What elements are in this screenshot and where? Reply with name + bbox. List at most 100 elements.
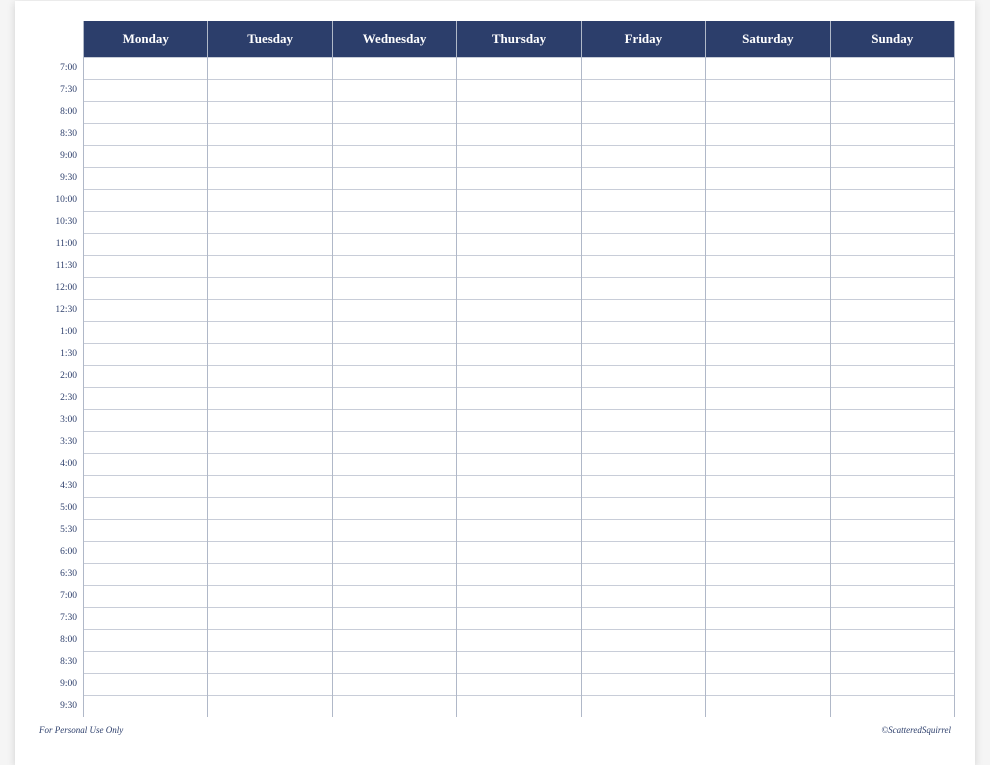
time-cell[interactable] — [831, 321, 954, 343]
time-cell[interactable] — [706, 123, 829, 145]
time-cell[interactable] — [457, 343, 580, 365]
time-cell[interactable] — [831, 343, 954, 365]
time-cell[interactable] — [457, 563, 580, 585]
time-cell[interactable] — [84, 343, 207, 365]
time-cell[interactable] — [333, 321, 456, 343]
time-cell[interactable] — [84, 541, 207, 563]
time-cell[interactable] — [706, 541, 829, 563]
time-cell[interactable] — [333, 343, 456, 365]
time-cell[interactable] — [208, 695, 331, 717]
time-cell[interactable] — [831, 167, 954, 189]
time-cell[interactable] — [706, 57, 829, 79]
time-cell[interactable] — [706, 673, 829, 695]
time-cell[interactable] — [333, 277, 456, 299]
time-cell[interactable] — [582, 189, 705, 211]
time-cell[interactable] — [208, 585, 331, 607]
time-cell[interactable] — [208, 189, 331, 211]
time-cell[interactable] — [208, 299, 331, 321]
time-cell[interactable] — [457, 695, 580, 717]
time-cell[interactable] — [457, 233, 580, 255]
time-cell[interactable] — [582, 167, 705, 189]
time-cell[interactable] — [84, 409, 207, 431]
time-cell[interactable] — [831, 299, 954, 321]
time-cell[interactable] — [84, 189, 207, 211]
time-cell[interactable] — [208, 431, 331, 453]
time-cell[interactable] — [831, 695, 954, 717]
time-cell[interactable] — [84, 387, 207, 409]
time-cell[interactable] — [706, 255, 829, 277]
time-cell[interactable] — [333, 497, 456, 519]
time-cell[interactable] — [333, 123, 456, 145]
time-cell[interactable] — [831, 233, 954, 255]
time-cell[interactable] — [333, 431, 456, 453]
time-cell[interactable] — [84, 431, 207, 453]
time-cell[interactable] — [831, 57, 954, 79]
time-cell[interactable] — [831, 431, 954, 453]
time-cell[interactable] — [582, 299, 705, 321]
time-cell[interactable] — [706, 145, 829, 167]
time-cell[interactable] — [582, 431, 705, 453]
time-cell[interactable] — [582, 211, 705, 233]
time-cell[interactable] — [582, 585, 705, 607]
time-cell[interactable] — [84, 321, 207, 343]
time-cell[interactable] — [84, 277, 207, 299]
time-cell[interactable] — [457, 651, 580, 673]
time-cell[interactable] — [333, 475, 456, 497]
time-cell[interactable] — [84, 365, 207, 387]
time-cell[interactable] — [84, 255, 207, 277]
time-cell[interactable] — [457, 123, 580, 145]
time-cell[interactable] — [706, 585, 829, 607]
time-cell[interactable] — [831, 475, 954, 497]
time-cell[interactable] — [582, 321, 705, 343]
time-cell[interactable] — [84, 629, 207, 651]
time-cell[interactable] — [831, 189, 954, 211]
time-cell[interactable] — [333, 255, 456, 277]
time-cell[interactable] — [457, 101, 580, 123]
time-cell[interactable] — [84, 607, 207, 629]
time-cell[interactable] — [84, 101, 207, 123]
time-cell[interactable] — [84, 123, 207, 145]
time-cell[interactable] — [333, 563, 456, 585]
time-cell[interactable] — [706, 453, 829, 475]
time-cell[interactable] — [831, 211, 954, 233]
time-cell[interactable] — [208, 519, 331, 541]
time-cell[interactable] — [706, 387, 829, 409]
time-cell[interactable] — [457, 167, 580, 189]
time-cell[interactable] — [706, 79, 829, 101]
time-cell[interactable] — [84, 497, 207, 519]
time-cell[interactable] — [706, 695, 829, 717]
time-cell[interactable] — [706, 167, 829, 189]
time-cell[interactable] — [582, 497, 705, 519]
time-cell[interactable] — [831, 123, 954, 145]
time-cell[interactable] — [582, 607, 705, 629]
time-cell[interactable] — [831, 673, 954, 695]
time-cell[interactable] — [208, 629, 331, 651]
time-cell[interactable] — [208, 79, 331, 101]
time-cell[interactable] — [333, 387, 456, 409]
time-cell[interactable] — [457, 145, 580, 167]
time-cell[interactable] — [457, 497, 580, 519]
time-cell[interactable] — [457, 79, 580, 101]
time-cell[interactable] — [706, 233, 829, 255]
time-cell[interactable] — [457, 299, 580, 321]
time-cell[interactable] — [208, 277, 331, 299]
time-cell[interactable] — [84, 233, 207, 255]
time-cell[interactable] — [706, 277, 829, 299]
time-cell[interactable] — [208, 365, 331, 387]
time-cell[interactable] — [831, 497, 954, 519]
time-cell[interactable] — [582, 101, 705, 123]
time-cell[interactable] — [582, 57, 705, 79]
time-cell[interactable] — [333, 167, 456, 189]
time-cell[interactable] — [457, 387, 580, 409]
time-cell[interactable] — [208, 387, 331, 409]
time-cell[interactable] — [457, 431, 580, 453]
time-cell[interactable] — [333, 607, 456, 629]
time-cell[interactable] — [582, 519, 705, 541]
time-cell[interactable] — [333, 673, 456, 695]
time-cell[interactable] — [208, 321, 331, 343]
time-cell[interactable] — [208, 563, 331, 585]
time-cell[interactable] — [831, 563, 954, 585]
time-cell[interactable] — [208, 123, 331, 145]
time-cell[interactable] — [333, 541, 456, 563]
time-cell[interactable] — [831, 387, 954, 409]
